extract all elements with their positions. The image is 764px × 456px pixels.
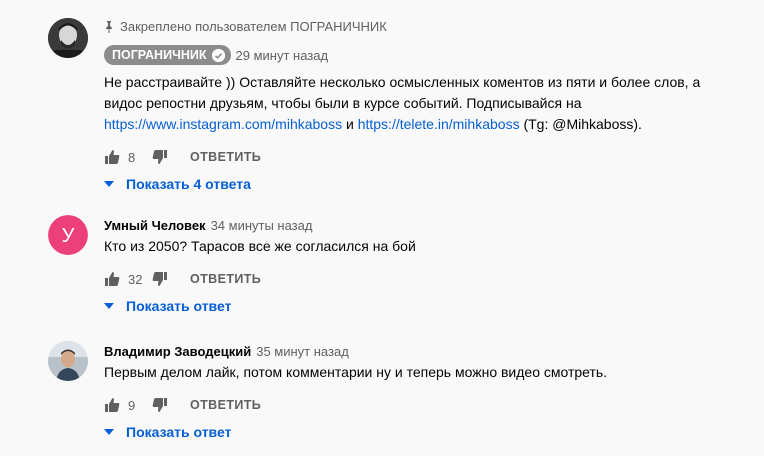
- reply-button[interactable]: ОТВЕТИТЬ: [190, 398, 261, 412]
- telegram-link[interactable]: https://telete.in/mihkaboss: [358, 116, 520, 132]
- show-replies-label: Показать ответ: [126, 424, 232, 440]
- like-count: 9: [128, 397, 136, 413]
- author-name: ПОГРАНИЧНИК: [112, 48, 207, 62]
- comment-header: Владимир Заводецкий 35 минут назад: [104, 341, 748, 361]
- verified-check-icon: [211, 48, 225, 62]
- text-fragment: и: [342, 116, 358, 132]
- avatar-photo-icon: [48, 341, 88, 381]
- caret-down-icon: [104, 429, 114, 435]
- like-count: 32: [128, 271, 143, 287]
- letter-avatar-icon: У: [48, 215, 88, 255]
- comment-actions: 9 ОТВЕТИТЬ: [104, 393, 748, 417]
- comment-body: Владимир Заводецкий 35 минут назад Первы…: [104, 341, 748, 442]
- comment-text: Кто из 2050? Тарасов все же согласился н…: [104, 238, 416, 254]
- caret-down-icon: [104, 303, 114, 309]
- avatar-photo-icon: [48, 18, 88, 58]
- avatar[interactable]: [48, 18, 88, 58]
- comment-header: ПОГРАНИЧНИК 29 минут назад: [104, 45, 748, 65]
- instagram-link[interactable]: https://www.instagram.com/mihkaboss: [104, 116, 342, 132]
- author-name[interactable]: Владимир Заводецкий: [104, 344, 251, 359]
- comment-body: Закреплено пользователем ПОГРАНИЧНИК ПОГ…: [104, 18, 748, 194]
- comment-time[interactable]: 35 минут назад: [256, 344, 349, 359]
- thumb-up-icon[interactable]: [104, 397, 120, 413]
- comment-time[interactable]: 34 минуты назад: [211, 218, 313, 233]
- caret-down-icon: [104, 181, 114, 187]
- thumb-down-icon[interactable]: [152, 271, 168, 287]
- text-fragment: (Tg: @Mihkaboss).: [519, 116, 642, 132]
- comment-actions: 8 ОТВЕТИТЬ: [104, 145, 748, 169]
- author-badge[interactable]: ПОГРАНИЧНИК: [104, 45, 231, 65]
- comment-actions: 32 ОТВЕТИТЬ: [104, 267, 748, 291]
- show-replies-button[interactable]: Показать ответ: [104, 296, 748, 316]
- thumb-up-icon[interactable]: [104, 271, 120, 287]
- comment-text: Первым делом лайк, потом комментарии ну …: [104, 364, 608, 380]
- thumb-up-icon[interactable]: [104, 149, 120, 165]
- thumb-down-icon[interactable]: [152, 397, 168, 413]
- author-name[interactable]: Умный Человек: [104, 218, 206, 233]
- comment-text-line: Не расстраивайте )) Оставляйте несколько…: [104, 74, 701, 90]
- avatar[interactable]: У: [48, 215, 88, 255]
- show-replies-label: Показать ответ: [126, 298, 232, 314]
- comment-text-line: https://www.instagram.com/mihkaboss и ht…: [104, 114, 748, 135]
- reply-button[interactable]: ОТВЕТИТЬ: [190, 272, 261, 286]
- like-count: 8: [128, 149, 136, 165]
- pinned-label: Закреплено пользователем ПОГРАНИЧНИК: [104, 18, 748, 36]
- pinned-text: Закреплено пользователем ПОГРАНИЧНИК: [120, 19, 387, 34]
- pin-icon: [106, 21, 112, 33]
- thumb-down-icon[interactable]: [152, 149, 168, 165]
- comment-text-line: видос репостни друзьям, чтобы были в кур…: [104, 95, 582, 111]
- avatar-letter: У: [62, 225, 75, 247]
- show-replies-button[interactable]: Показать 4 ответа: [104, 174, 748, 194]
- comment-text: Не расстраивайте )) Оставляйте несколько…: [104, 72, 748, 135]
- comment-body: Умный Человек 34 минуты назад Кто из 205…: [104, 215, 748, 316]
- show-replies-button[interactable]: Показать ответ: [104, 422, 748, 442]
- show-replies-label: Показать 4 ответа: [126, 176, 251, 192]
- avatar[interactable]: [48, 341, 88, 381]
- comment-header: Умный Человек 34 минуты назад: [104, 215, 748, 235]
- reply-button[interactable]: ОТВЕТИТЬ: [190, 150, 261, 164]
- comment-time[interactable]: 29 минут назад: [236, 48, 329, 63]
